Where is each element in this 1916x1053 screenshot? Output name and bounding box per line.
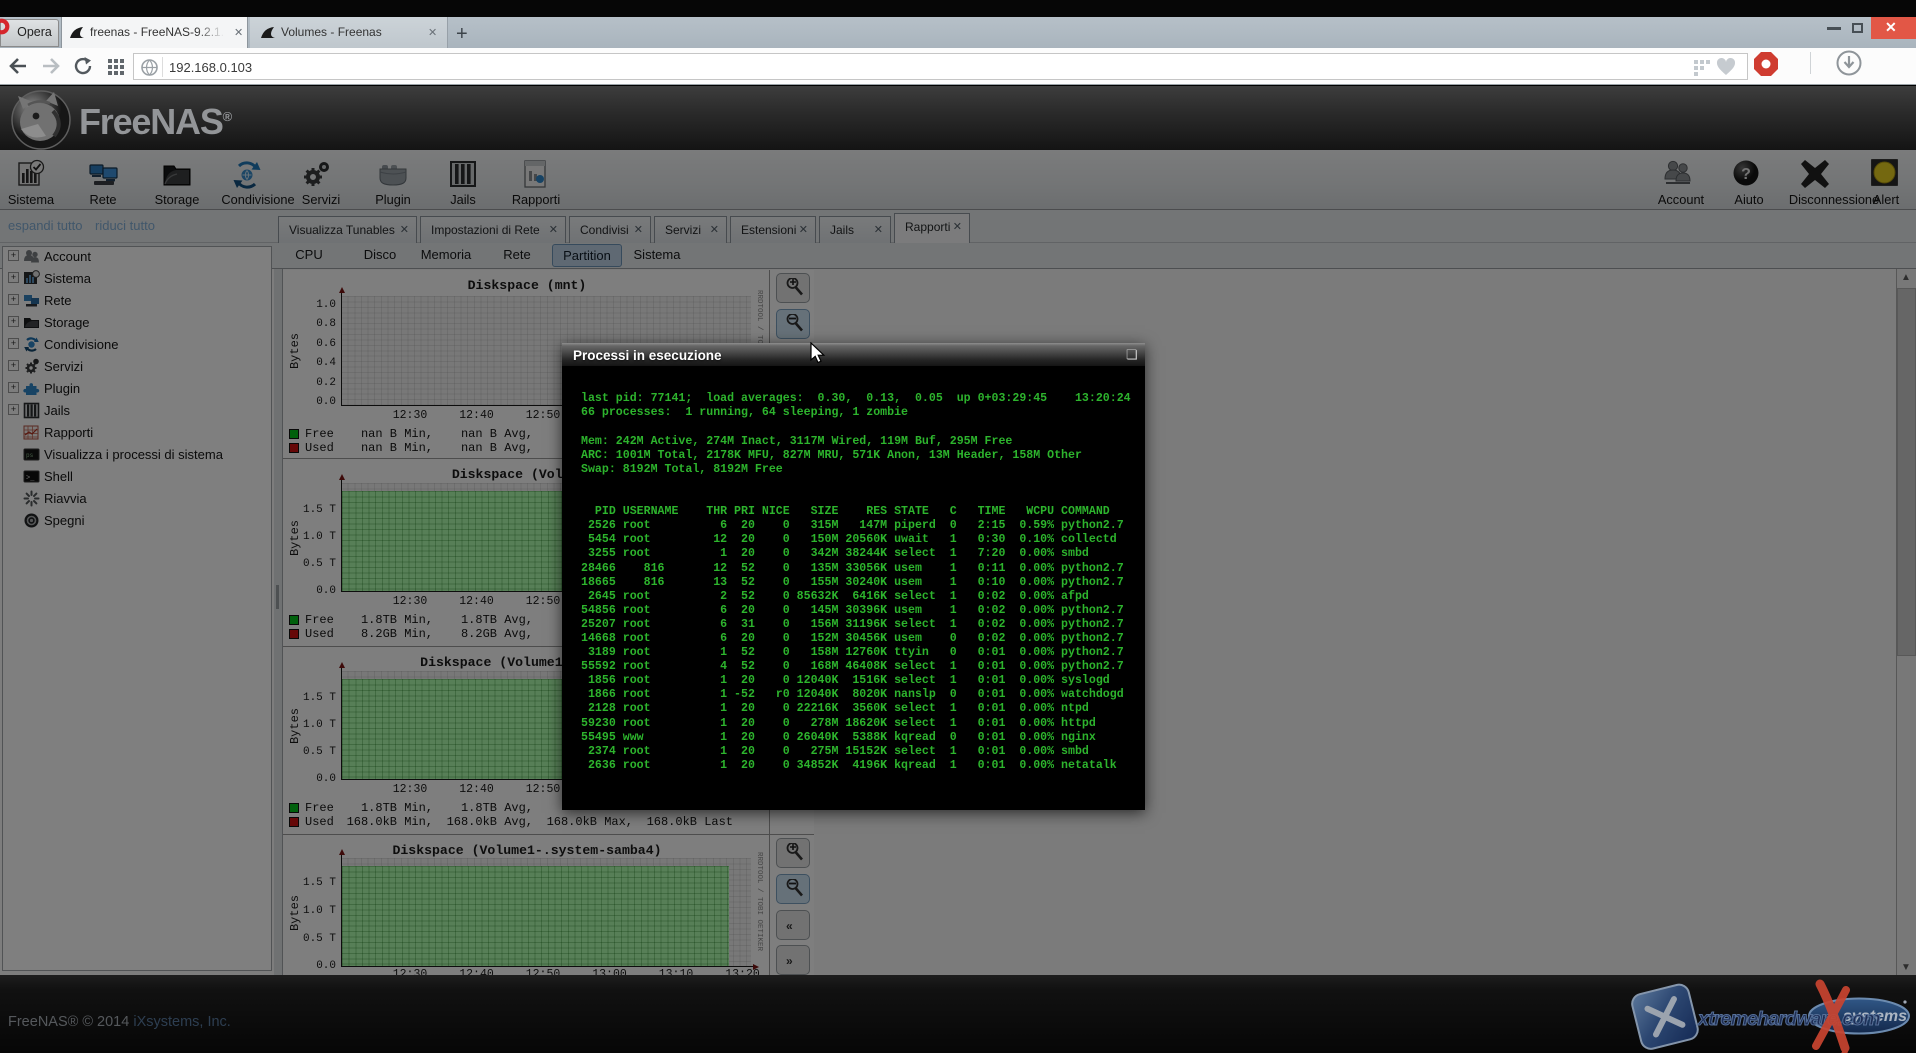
svg-text:xtremehardware.com: xtremehardware.com <box>1697 1008 1880 1030</box>
